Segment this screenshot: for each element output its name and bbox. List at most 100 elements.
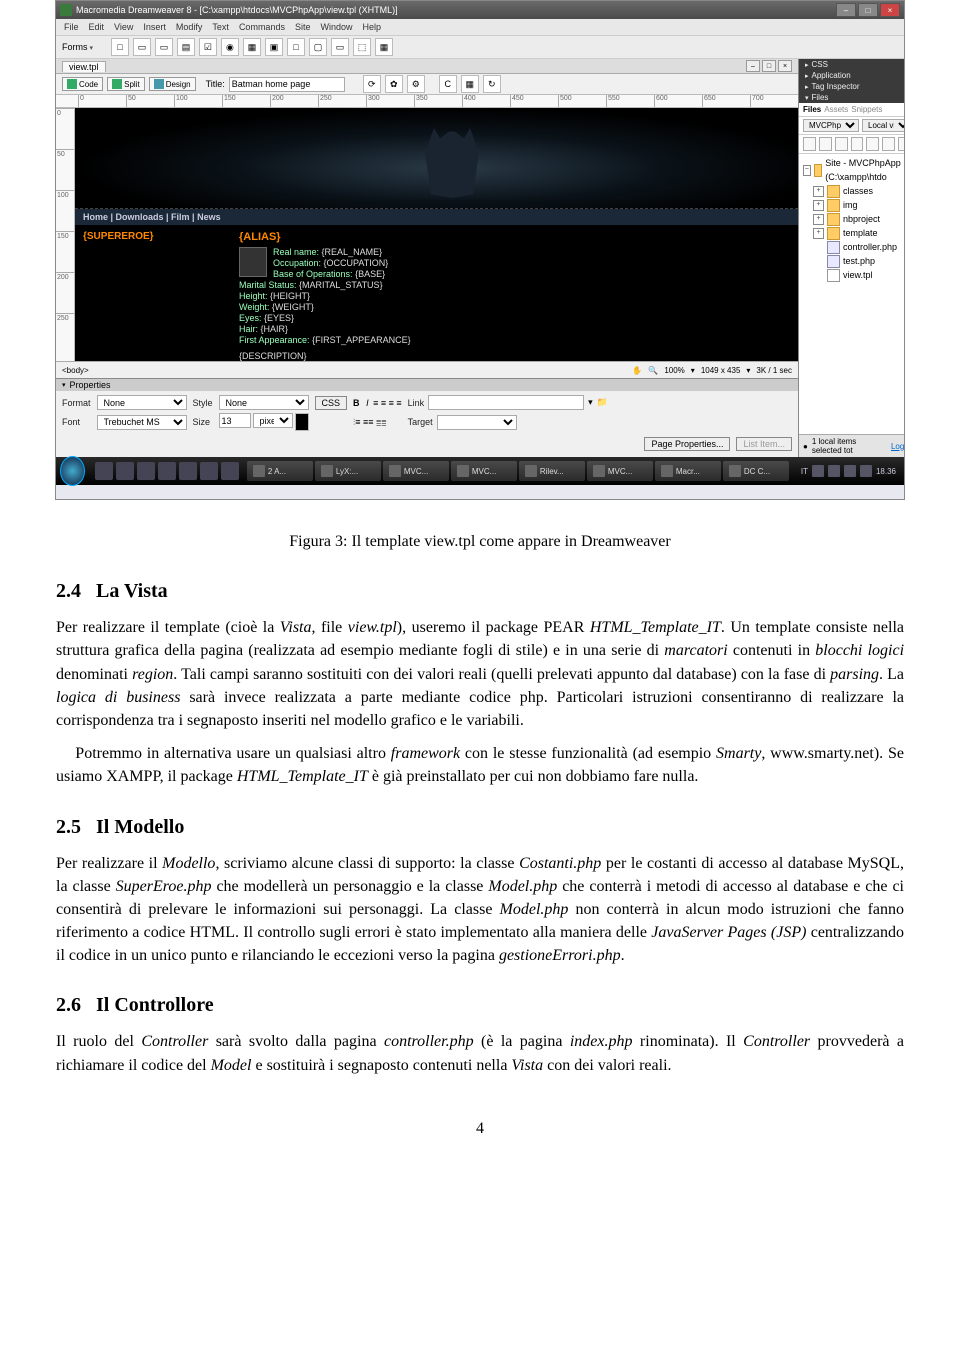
title-input[interactable] — [229, 77, 345, 92]
view-select[interactable]: Local view — [862, 119, 905, 132]
tool-icon[interactable]: ▣ — [265, 38, 283, 56]
expand-icon[interactable] — [898, 137, 905, 151]
tray-icon[interactable] — [860, 465, 872, 477]
menu-insert[interactable]: Insert — [143, 22, 166, 32]
menu-site[interactable]: Site — [295, 22, 311, 32]
menu-view[interactable]: View — [114, 22, 133, 32]
menu-modify[interactable]: Modify — [176, 22, 203, 32]
file-node[interactable]: test.php — [803, 254, 905, 268]
site-select[interactable]: MVCPhpApp — [803, 119, 859, 132]
close-button[interactable]: × — [880, 3, 900, 17]
document-tab[interactable]: view.tpl — [62, 61, 106, 72]
ql-icon[interactable] — [95, 462, 113, 480]
minimize-button[interactable]: – — [836, 3, 856, 17]
tool-icon[interactable]: ▭ — [155, 38, 173, 56]
log-button[interactable]: Log... — [891, 442, 905, 451]
assets-tab[interactable]: Assets — [824, 105, 848, 114]
insert-category[interactable]: Forms — [62, 42, 93, 52]
format-select[interactable]: None — [97, 395, 187, 410]
tool-icon[interactable]: ▤ — [177, 38, 195, 56]
properties-header[interactable]: Properties — [56, 379, 798, 391]
folder-icon[interactable]: 📁 — [597, 397, 608, 408]
zoom-icon[interactable]: 🔍 — [648, 366, 658, 375]
window-size[interactable]: 1049 x 435 — [701, 366, 741, 375]
tray-icon[interactable] — [812, 465, 824, 477]
ql-icon[interactable] — [158, 462, 176, 480]
css-button[interactable]: CSS — [315, 396, 348, 410]
hand-icon[interactable]: ✋ — [632, 366, 642, 375]
lang-indicator[interactable]: IT — [801, 467, 808, 476]
ql-icon[interactable] — [116, 462, 134, 480]
ql-icon[interactable] — [179, 462, 197, 480]
ql-icon[interactable] — [200, 462, 218, 480]
tray-icon[interactable] — [844, 465, 856, 477]
menu-window[interactable]: Window — [320, 22, 352, 32]
tool-icon[interactable]: ▢ — [309, 38, 327, 56]
tool-icon[interactable]: ☑ — [199, 38, 217, 56]
put-icon[interactable] — [851, 137, 864, 151]
style-select[interactable]: None — [219, 395, 309, 410]
menu-help[interactable]: Help — [362, 22, 381, 32]
clock[interactable]: 18.36 — [876, 467, 896, 476]
folder-node[interactable]: +nbproject — [803, 212, 905, 226]
tool-icon[interactable]: ▭ — [133, 38, 151, 56]
folder-node[interactable]: +template — [803, 226, 905, 240]
folder-node[interactable]: +img — [803, 198, 905, 212]
menu-file[interactable]: File — [64, 22, 79, 32]
bold-italic[interactable]: B I ≡ ≡ ≡ ≡ — [353, 398, 402, 408]
size-input[interactable] — [219, 413, 251, 428]
toolbar-icon[interactable]: ↻ — [483, 75, 501, 93]
indent-icons[interactable]: ⫶≡ ≡≡ ≣≣ — [353, 417, 402, 428]
menu-edit[interactable]: Edit — [89, 22, 105, 32]
task-button[interactable]: MVC... — [587, 461, 653, 481]
site-root[interactable]: −Site - MVCPhpApp (C:\xampp\htdo — [803, 156, 905, 184]
file-node[interactable]: view.tpl — [803, 268, 905, 282]
css-panel-header[interactable]: CSS — [799, 59, 905, 70]
snippets-tab[interactable]: Snippets — [851, 105, 882, 114]
code-view-button[interactable]: Code — [62, 77, 103, 91]
task-button[interactable]: LyX:... — [315, 461, 381, 481]
task-button[interactable]: MVC... — [451, 461, 517, 481]
tool-icon[interactable]: □ — [287, 38, 305, 56]
size-unit-select[interactable]: pixels — [253, 413, 293, 428]
menu-commands[interactable]: Commands — [239, 22, 285, 32]
tray-icon[interactable] — [828, 465, 840, 477]
start-button[interactable] — [60, 456, 85, 486]
split-view-button[interactable]: Split — [107, 77, 145, 91]
color-swatch[interactable] — [295, 413, 309, 431]
design-canvas[interactable]: Home | Downloads | Film | News {SUPERERO… — [75, 108, 798, 361]
toolbar-icon[interactable]: C — [439, 75, 457, 93]
ql-icon[interactable] — [137, 462, 155, 480]
tag-selector[interactable]: <body> — [62, 366, 89, 375]
files-tab[interactable]: Files — [803, 105, 821, 114]
tool-icon[interactable]: □ — [111, 38, 129, 56]
get-icon[interactable] — [835, 137, 848, 151]
task-button[interactable]: Macr... — [655, 461, 721, 481]
tool-icon[interactable]: ▦ — [375, 38, 393, 56]
doc-restore[interactable]: □ — [762, 60, 776, 72]
application-panel-header[interactable]: Application — [799, 70, 905, 81]
link-input[interactable] — [428, 395, 584, 410]
toolbar-icon[interactable]: ⟳ — [363, 75, 381, 93]
file-node[interactable]: controller.php — [803, 240, 905, 254]
checkin-icon[interactable] — [882, 137, 895, 151]
page-properties-button[interactable]: Page Properties... — [644, 437, 730, 451]
toolbar-icon[interactable]: ⚙ — [407, 75, 425, 93]
tool-icon[interactable]: ▭ — [331, 38, 349, 56]
menu-text[interactable]: Text — [212, 22, 229, 32]
doc-close[interactable]: × — [778, 60, 792, 72]
ql-icon[interactable] — [221, 462, 239, 480]
task-button[interactable]: MVC... — [383, 461, 449, 481]
toolbar-icon[interactable]: ✿ — [385, 75, 403, 93]
toolbar-icon[interactable]: ▦ — [461, 75, 479, 93]
maximize-button[interactable]: □ — [858, 3, 878, 17]
tool-icon[interactable]: ⬚ — [353, 38, 371, 56]
zoom-value[interactable]: 100% — [664, 366, 684, 375]
target-select[interactable] — [437, 415, 517, 430]
doc-minimize[interactable]: – — [746, 60, 760, 72]
connect-icon[interactable] — [803, 137, 816, 151]
task-button[interactable]: 2 A... — [247, 461, 313, 481]
tool-icon[interactable]: ▦ — [243, 38, 261, 56]
folder-node[interactable]: +classes — [803, 184, 905, 198]
tool-icon[interactable]: ◉ — [221, 38, 239, 56]
